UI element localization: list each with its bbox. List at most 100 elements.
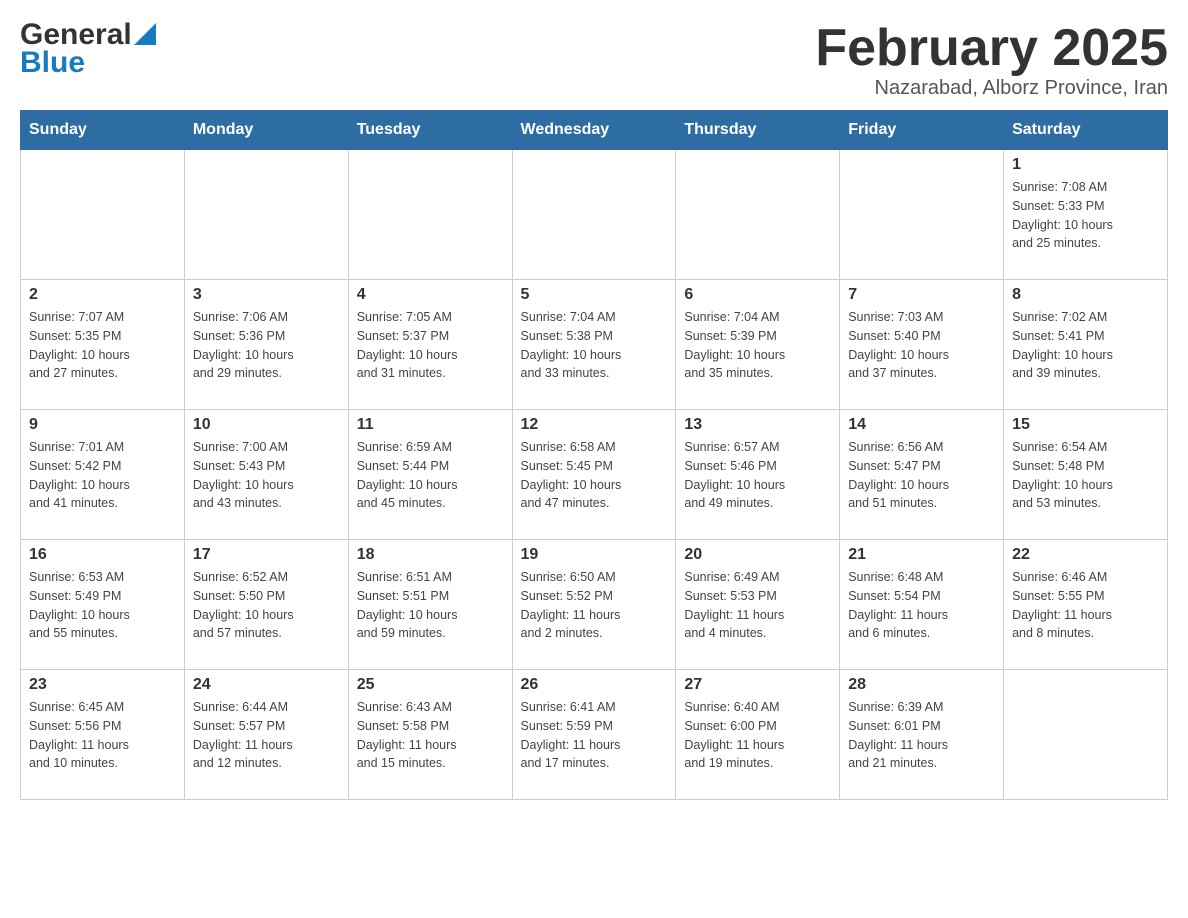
calendar-cell-week2-day6: 7 Sunrise: 7:03 AMSunset: 5:40 PMDaylight… bbox=[840, 280, 1004, 410]
day-info: Sunrise: 7:05 AMSunset: 5:37 PMDaylight:… bbox=[357, 308, 504, 383]
calendar-cell-week3-day3: 11 Sunrise: 6:59 AMSunset: 5:44 PMDayligh… bbox=[348, 410, 512, 540]
location-text: Nazarabad, Alborz Province, Iran bbox=[815, 77, 1168, 100]
day-number: 8 bbox=[1012, 286, 1159, 304]
day-number: 25 bbox=[357, 676, 504, 694]
day-info: Sunrise: 7:02 AMSunset: 5:41 PMDaylight:… bbox=[1012, 308, 1159, 383]
calendar-cell-week2-day2: 3 Sunrise: 7:06 AMSunset: 5:36 PMDaylight… bbox=[184, 280, 348, 410]
calendar-cell-week5-day2: 24 Sunrise: 6:44 AMSunset: 5:57 PMDayligh… bbox=[184, 670, 348, 800]
calendar-cell-week1-day6 bbox=[840, 150, 1004, 280]
day-info: Sunrise: 6:51 AMSunset: 5:51 PMDaylight:… bbox=[357, 568, 504, 643]
day-info: Sunrise: 7:03 AMSunset: 5:40 PMDaylight:… bbox=[848, 308, 995, 383]
day-number: 26 bbox=[521, 676, 668, 694]
calendar-cell-week3-day7: 15 Sunrise: 6:54 AMSunset: 5:48 PMDayligh… bbox=[1004, 410, 1168, 540]
day-info: Sunrise: 6:58 AMSunset: 5:45 PMDaylight:… bbox=[521, 438, 668, 513]
calendar-cell-week1-day3 bbox=[348, 150, 512, 280]
week-row-3: 9 Sunrise: 7:01 AMSunset: 5:42 PMDaylight… bbox=[21, 410, 1168, 540]
page-header: General Blue February 2025 Nazarabad, Al… bbox=[20, 20, 1168, 100]
day-number: 28 bbox=[848, 676, 995, 694]
logo-blue-text: Blue bbox=[20, 46, 85, 80]
calendar-cell-week2-day3: 4 Sunrise: 7:05 AMSunset: 5:37 PMDaylight… bbox=[348, 280, 512, 410]
day-info: Sunrise: 7:00 AMSunset: 5:43 PMDaylight:… bbox=[193, 438, 340, 513]
calendar-cell-week4-day5: 20Sunrise: 6:49 AMSunset: 5:53 PMDayligh… bbox=[676, 540, 840, 670]
calendar-cell-week2-day4: 5 Sunrise: 7:04 AMSunset: 5:38 PMDaylight… bbox=[512, 280, 676, 410]
day-number: 21 bbox=[848, 546, 995, 564]
calendar-cell-week1-day7: 1Sunrise: 7:08 AMSunset: 5:33 PMDaylight… bbox=[1004, 150, 1168, 280]
day-info: Sunrise: 6:44 AMSunset: 5:57 PMDaylight:… bbox=[193, 698, 340, 773]
month-title: February 2025 bbox=[815, 20, 1168, 77]
calendar-cell-week3-day4: 12 Sunrise: 6:58 AMSunset: 5:45 PMDayligh… bbox=[512, 410, 676, 540]
day-number: 10 bbox=[193, 416, 340, 434]
logo: General Blue bbox=[20, 20, 156, 80]
day-info: Sunrise: 6:41 AMSunset: 5:59 PMDaylight:… bbox=[521, 698, 668, 773]
day-number: 5 bbox=[521, 286, 668, 304]
header-friday: Friday bbox=[840, 111, 1004, 150]
calendar-cell-week4-day3: 18 Sunrise: 6:51 AMSunset: 5:51 PMDayligh… bbox=[348, 540, 512, 670]
day-number: 13 bbox=[684, 416, 831, 434]
calendar-cell-week3-day6: 14 Sunrise: 6:56 AMSunset: 5:47 PMDayligh… bbox=[840, 410, 1004, 540]
day-number: 17 bbox=[193, 546, 340, 564]
day-info: Sunrise: 6:40 AMSunset: 6:00 PMDaylight:… bbox=[684, 698, 831, 773]
header-monday: Monday bbox=[184, 111, 348, 150]
day-info: Sunrise: 6:39 AMSunset: 6:01 PMDaylight:… bbox=[848, 698, 995, 773]
calendar-cell-week5-day6: 28 Sunrise: 6:39 AMSunset: 6:01 PMDayligh… bbox=[840, 670, 1004, 800]
day-info: Sunrise: 6:52 AMSunset: 5:50 PMDaylight:… bbox=[193, 568, 340, 643]
calendar-cell-week1-day5 bbox=[676, 150, 840, 280]
day-number: 11 bbox=[357, 416, 504, 434]
day-info: Sunrise: 6:59 AMSunset: 5:44 PMDaylight:… bbox=[357, 438, 504, 513]
calendar-table: Sunday Monday Tuesday Wednesday Thursday… bbox=[20, 110, 1168, 800]
calendar-cell-week3-day2: 10 Sunrise: 7:00 AMSunset: 5:43 PMDayligh… bbox=[184, 410, 348, 540]
calendar-cell-week1-day2 bbox=[184, 150, 348, 280]
calendar-cell-week5-day7 bbox=[1004, 670, 1168, 800]
day-info: Sunrise: 7:08 AMSunset: 5:33 PMDaylight:… bbox=[1012, 178, 1159, 253]
calendar-cell-week1-day1 bbox=[21, 150, 185, 280]
calendar-header-row: Sunday Monday Tuesday Wednesday Thursday… bbox=[21, 111, 1168, 150]
calendar-cell-week5-day1: 23Sunrise: 6:45 AMSunset: 5:56 PMDayligh… bbox=[21, 670, 185, 800]
calendar-cell-week4-day4: 19 Sunrise: 6:50 AMSunset: 5:52 PMDayligh… bbox=[512, 540, 676, 670]
day-info: Sunrise: 6:46 AMSunset: 5:55 PMDaylight:… bbox=[1012, 568, 1159, 643]
day-number: 7 bbox=[848, 286, 995, 304]
day-info: Sunrise: 6:57 AMSunset: 5:46 PMDaylight:… bbox=[684, 438, 831, 513]
day-info: Sunrise: 6:48 AMSunset: 5:54 PMDaylight:… bbox=[848, 568, 995, 643]
day-number: 9 bbox=[29, 416, 176, 434]
day-info: Sunrise: 6:56 AMSunset: 5:47 PMDaylight:… bbox=[848, 438, 995, 513]
day-number: 15 bbox=[1012, 416, 1159, 434]
day-info: Sunrise: 6:54 AMSunset: 5:48 PMDaylight:… bbox=[1012, 438, 1159, 513]
week-row-4: 16Sunrise: 6:53 AMSunset: 5:49 PMDayligh… bbox=[21, 540, 1168, 670]
calendar-cell-week2-day7: 8 Sunrise: 7:02 AMSunset: 5:41 PMDaylight… bbox=[1004, 280, 1168, 410]
header-saturday: Saturday bbox=[1004, 111, 1168, 150]
day-info: Sunrise: 7:01 AMSunset: 5:42 PMDaylight:… bbox=[29, 438, 176, 513]
day-number: 23 bbox=[29, 676, 176, 694]
calendar-cell-week5-day4: 26 Sunrise: 6:41 AMSunset: 5:59 PMDayligh… bbox=[512, 670, 676, 800]
calendar-cell-week4-day1: 16Sunrise: 6:53 AMSunset: 5:49 PMDayligh… bbox=[21, 540, 185, 670]
day-info: Sunrise: 6:43 AMSunset: 5:58 PMDaylight:… bbox=[357, 698, 504, 773]
header-wednesday: Wednesday bbox=[512, 111, 676, 150]
calendar-cell-week4-day7: 22 Sunrise: 6:46 AMSunset: 5:55 PMDayligh… bbox=[1004, 540, 1168, 670]
calendar-cell-week3-day1: 9 Sunrise: 7:01 AMSunset: 5:42 PMDaylight… bbox=[21, 410, 185, 540]
day-number: 22 bbox=[1012, 546, 1159, 564]
calendar-cell-week2-day1: 2 Sunrise: 7:07 AMSunset: 5:35 PMDaylight… bbox=[21, 280, 185, 410]
day-info: Sunrise: 7:04 AMSunset: 5:38 PMDaylight:… bbox=[521, 308, 668, 383]
logo-triangle-icon bbox=[134, 23, 156, 45]
calendar-cell-week5-day3: 25 Sunrise: 6:43 AMSunset: 5:58 PMDayligh… bbox=[348, 670, 512, 800]
day-number: 4 bbox=[357, 286, 504, 304]
calendar-cell-week2-day5: 6Sunrise: 7:04 AMSunset: 5:39 PMDaylight… bbox=[676, 280, 840, 410]
day-number: 27 bbox=[684, 676, 831, 694]
day-number: 19 bbox=[521, 546, 668, 564]
day-number: 16 bbox=[29, 546, 176, 564]
day-info: Sunrise: 6:50 AMSunset: 5:52 PMDaylight:… bbox=[521, 568, 668, 643]
day-info: Sunrise: 7:06 AMSunset: 5:36 PMDaylight:… bbox=[193, 308, 340, 383]
day-number: 12 bbox=[521, 416, 668, 434]
day-number: 14 bbox=[848, 416, 995, 434]
day-number: 3 bbox=[193, 286, 340, 304]
header-thursday: Thursday bbox=[676, 111, 840, 150]
calendar-cell-week3-day5: 13 Sunrise: 6:57 AMSunset: 5:46 PMDayligh… bbox=[676, 410, 840, 540]
calendar-cell-week5-day5: 27 Sunrise: 6:40 AMSunset: 6:00 PMDayligh… bbox=[676, 670, 840, 800]
day-number: 24 bbox=[193, 676, 340, 694]
header-sunday: Sunday bbox=[21, 111, 185, 150]
day-number: 18 bbox=[357, 546, 504, 564]
header-tuesday: Tuesday bbox=[348, 111, 512, 150]
week-row-5: 23Sunrise: 6:45 AMSunset: 5:56 PMDayligh… bbox=[21, 670, 1168, 800]
day-number: 2 bbox=[29, 286, 176, 304]
day-info: Sunrise: 7:07 AMSunset: 5:35 PMDaylight:… bbox=[29, 308, 176, 383]
calendar-cell-week4-day2: 17 Sunrise: 6:52 AMSunset: 5:50 PMDayligh… bbox=[184, 540, 348, 670]
